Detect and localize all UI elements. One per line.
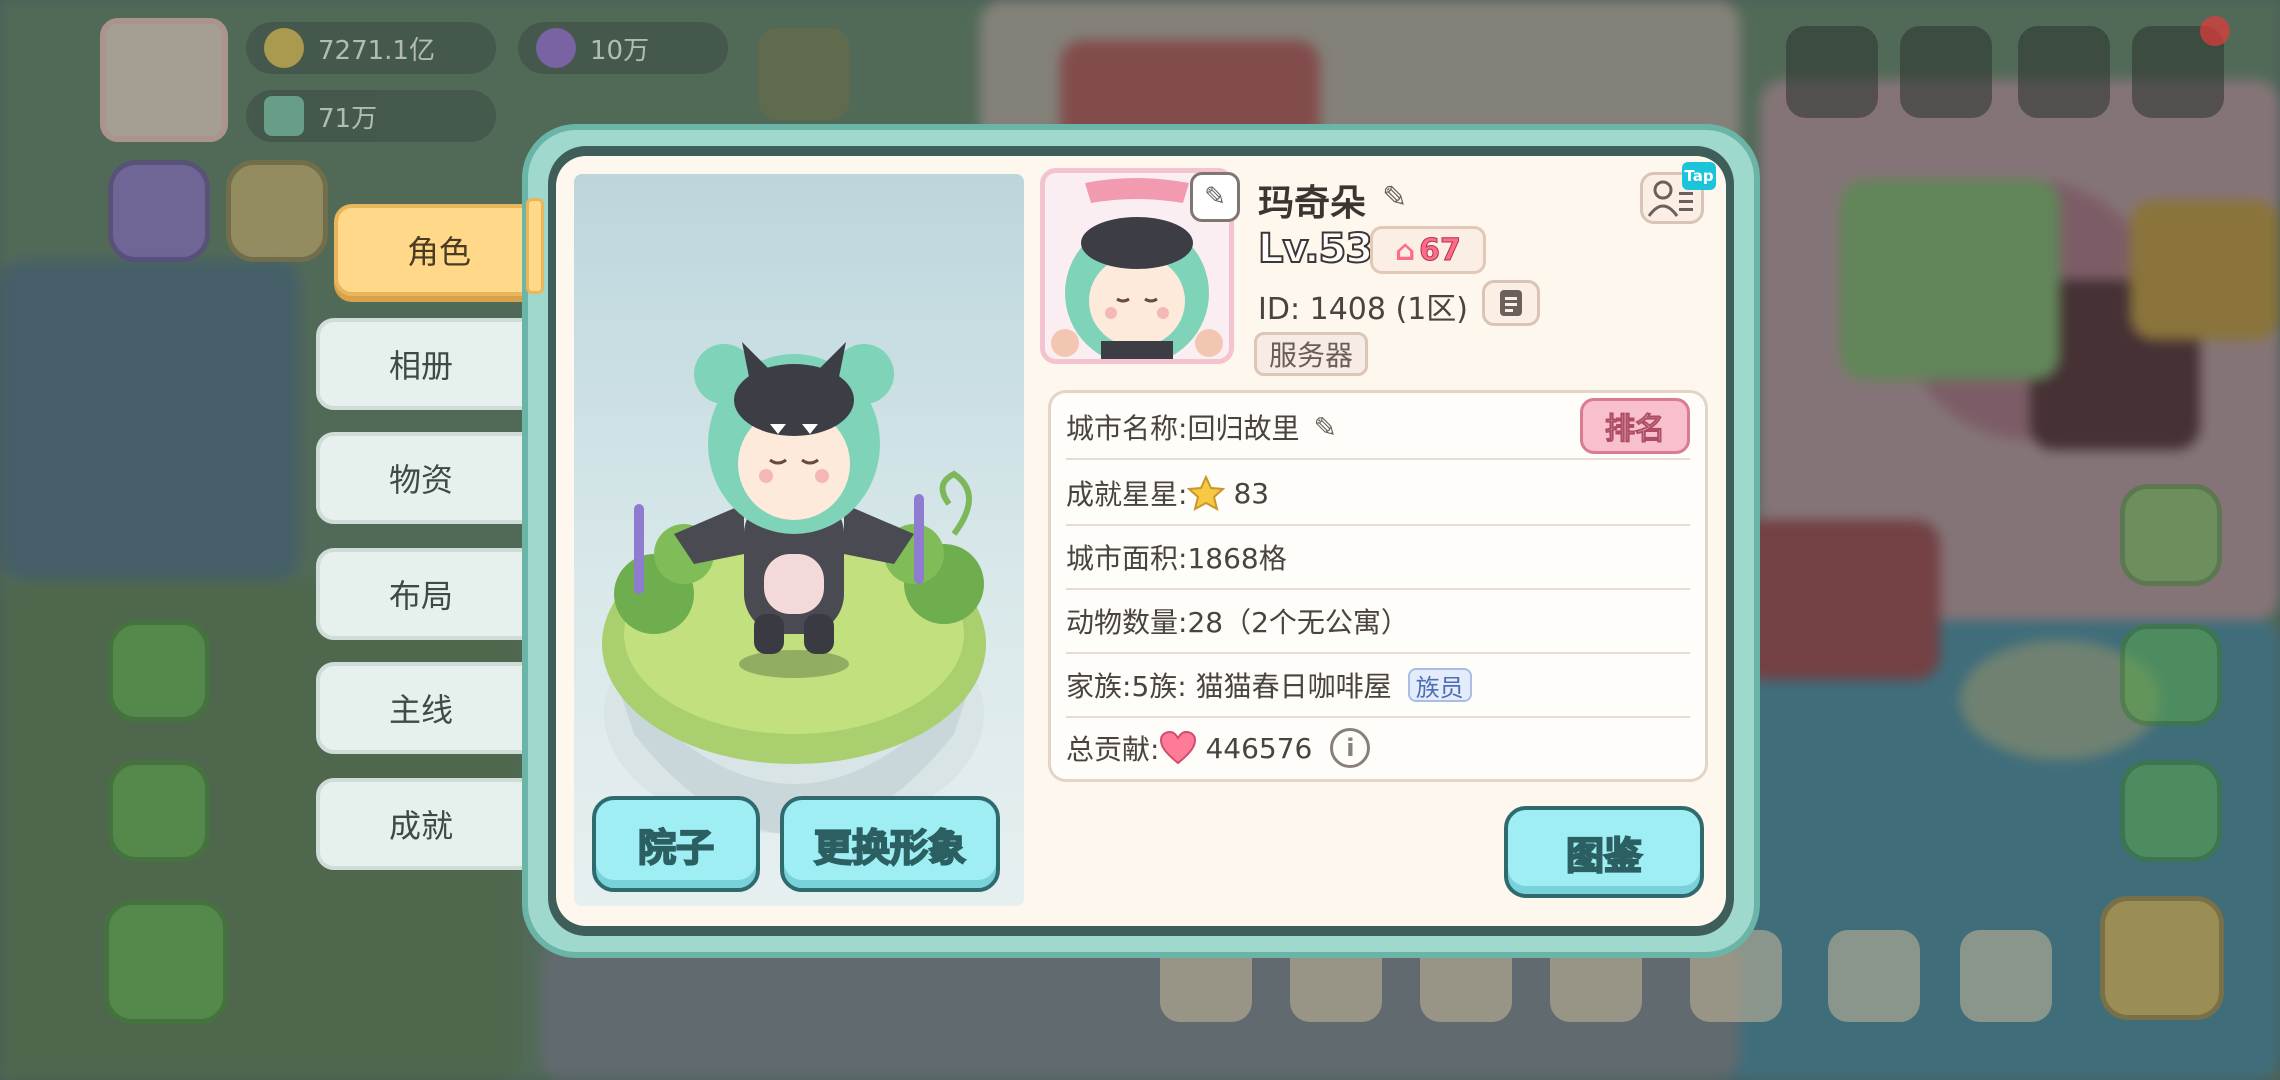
- map-icon[interactable]: [104, 900, 228, 1024]
- change-look-button-label: 更换形象: [813, 825, 967, 871]
- player-id: ID: 1408 (1区): [1258, 284, 1468, 328]
- camera-icon[interactable]: [2018, 26, 2110, 118]
- home-heart-icon: ⌂: [1395, 233, 1416, 267]
- tap-badge: Tap: [1682, 162, 1716, 190]
- pencil-icon: ✎: [1204, 182, 1226, 212]
- player-level: Lv.53: [1257, 225, 1374, 273]
- server-tag: 服务器: [1254, 332, 1369, 376]
- rank-button[interactable]: 排名: [1580, 398, 1690, 454]
- hud-gem-counter[interactable]: 10万: [518, 22, 728, 74]
- active-tab-connector: [526, 198, 544, 294]
- change-look-button[interactable]: 更换形象: [780, 796, 1000, 892]
- family-role-tag: 族员: [1407, 668, 1472, 702]
- ticket-icon: [264, 96, 304, 136]
- player-name: 玛奇朵: [1258, 183, 1367, 224]
- copy-id-button[interactable]: [1482, 280, 1540, 326]
- copy-icon: [1500, 290, 1522, 316]
- contribution-value: 446576: [1205, 731, 1313, 765]
- ticket-value: 71万: [318, 103, 378, 134]
- animals-value: 28（2个无公寓）: [1187, 606, 1409, 639]
- tab-label: 主线: [388, 691, 453, 729]
- trophy-icon[interactable]: [758, 28, 850, 120]
- info-icon[interactable]: i: [1330, 728, 1371, 768]
- tab-supplies[interactable]: 物资: [316, 432, 526, 524]
- family-value-wrap: 5族: 猫猫春日咖啡屋 族员: [1131, 665, 1472, 705]
- stars-label: 成就星星:: [1066, 478, 1188, 511]
- family-row: 家族: 5族: 猫猫春日咖啡屋 族员: [1066, 654, 1690, 718]
- edit-city-pencil-icon[interactable]: ✎: [1313, 411, 1336, 444]
- city-area-row: 城市面积: 1868格: [1066, 526, 1690, 590]
- tools-icon[interactable]: [108, 760, 210, 862]
- building-icon[interactable]: [1786, 26, 1878, 118]
- encyclopedia-button[interactable]: 图鉴: [1504, 806, 1704, 898]
- home-level-badge: ⌂ 67: [1370, 226, 1486, 274]
- tab-main-quest[interactable]: 主线: [316, 662, 526, 754]
- rank-button-label: 排名: [1605, 412, 1666, 448]
- achievement-stars-row: 成就星星: 83: [1066, 462, 1690, 526]
- tab-label: 布局: [388, 577, 453, 615]
- home-level-value: 67: [1419, 232, 1462, 268]
- star-icon: [1187, 475, 1226, 511]
- tab-layout[interactable]: 布局: [316, 548, 526, 640]
- contribution-row: 总贡献: 446576 i: [1066, 716, 1690, 780]
- family-value: 5族: 猫猫春日咖啡屋: [1131, 670, 1392, 703]
- tab-achievements[interactable]: 成就: [316, 778, 526, 870]
- heart-icon: [1160, 731, 1197, 765]
- bottom-slot-6[interactable]: [1828, 930, 1920, 1022]
- edit-name-pencil-icon[interactable]: ✎: [1382, 180, 1407, 215]
- city-name-value-wrap: 回归故里 ✎: [1187, 407, 1336, 447]
- tab-label: 角色: [406, 233, 471, 271]
- tab-label: 成就: [388, 807, 453, 845]
- yard-button-label: 院子: [637, 825, 715, 871]
- contribution-label: 总贡献:: [1066, 733, 1160, 766]
- construction-icon[interactable]: [2100, 896, 2224, 1020]
- encyclopedia-button-label: 图鉴: [1565, 833, 1643, 879]
- tab-label: 相册: [388, 347, 453, 385]
- hud-player-avatar[interactable]: [100, 18, 228, 142]
- gem-value: 10万: [590, 35, 650, 66]
- player-id-label: ID:: [1258, 292, 1301, 327]
- coin-icon: [264, 28, 304, 68]
- coin-value: 7271.1亿: [318, 35, 435, 66]
- stars-value-wrap: 83: [1187, 475, 1269, 511]
- event-icon[interactable]: [108, 160, 210, 262]
- family-label: 家族:: [1066, 670, 1132, 703]
- tab-album[interactable]: 相册: [316, 318, 526, 410]
- hud-coin-counter[interactable]: 7271.1亿: [246, 22, 496, 74]
- tab-character[interactable]: 角色: [334, 204, 544, 296]
- city-name-value: 回归故里: [1187, 412, 1300, 445]
- animals-label: 动物数量:: [1066, 606, 1188, 639]
- contribution-value-wrap: 446576 i: [1159, 728, 1371, 768]
- tab-label: 物资: [388, 461, 453, 499]
- area-label: 城市面积:: [1066, 542, 1188, 575]
- stars-value: 83: [1233, 476, 1270, 510]
- hud-ticket-counter[interactable]: 71万: [246, 90, 496, 142]
- yard-button[interactable]: 院子: [592, 796, 760, 892]
- bottom-slot-7[interactable]: [1960, 930, 2052, 1022]
- city-name-label: 城市名称:: [1066, 412, 1188, 445]
- build-icon[interactable]: [108, 620, 210, 722]
- area-value: 1868格: [1187, 542, 1287, 575]
- edit-avatar-button[interactable]: ✎: [1190, 172, 1240, 222]
- gem-icon: [536, 28, 576, 68]
- shop-icon[interactable]: [226, 160, 328, 262]
- animal-count-row: 动物数量: 28（2个无公寓）: [1066, 590, 1690, 654]
- side-icon-1[interactable]: [2120, 484, 2222, 586]
- notification-badge: [2200, 16, 2230, 46]
- player-id-value: 1408 (1区): [1309, 292, 1468, 327]
- mail-icon[interactable]: [1900, 26, 1992, 118]
- side-icon-3[interactable]: [2120, 760, 2222, 862]
- side-icon-2[interactable]: [2120, 624, 2222, 726]
- server-label: 服务器: [1269, 339, 1354, 372]
